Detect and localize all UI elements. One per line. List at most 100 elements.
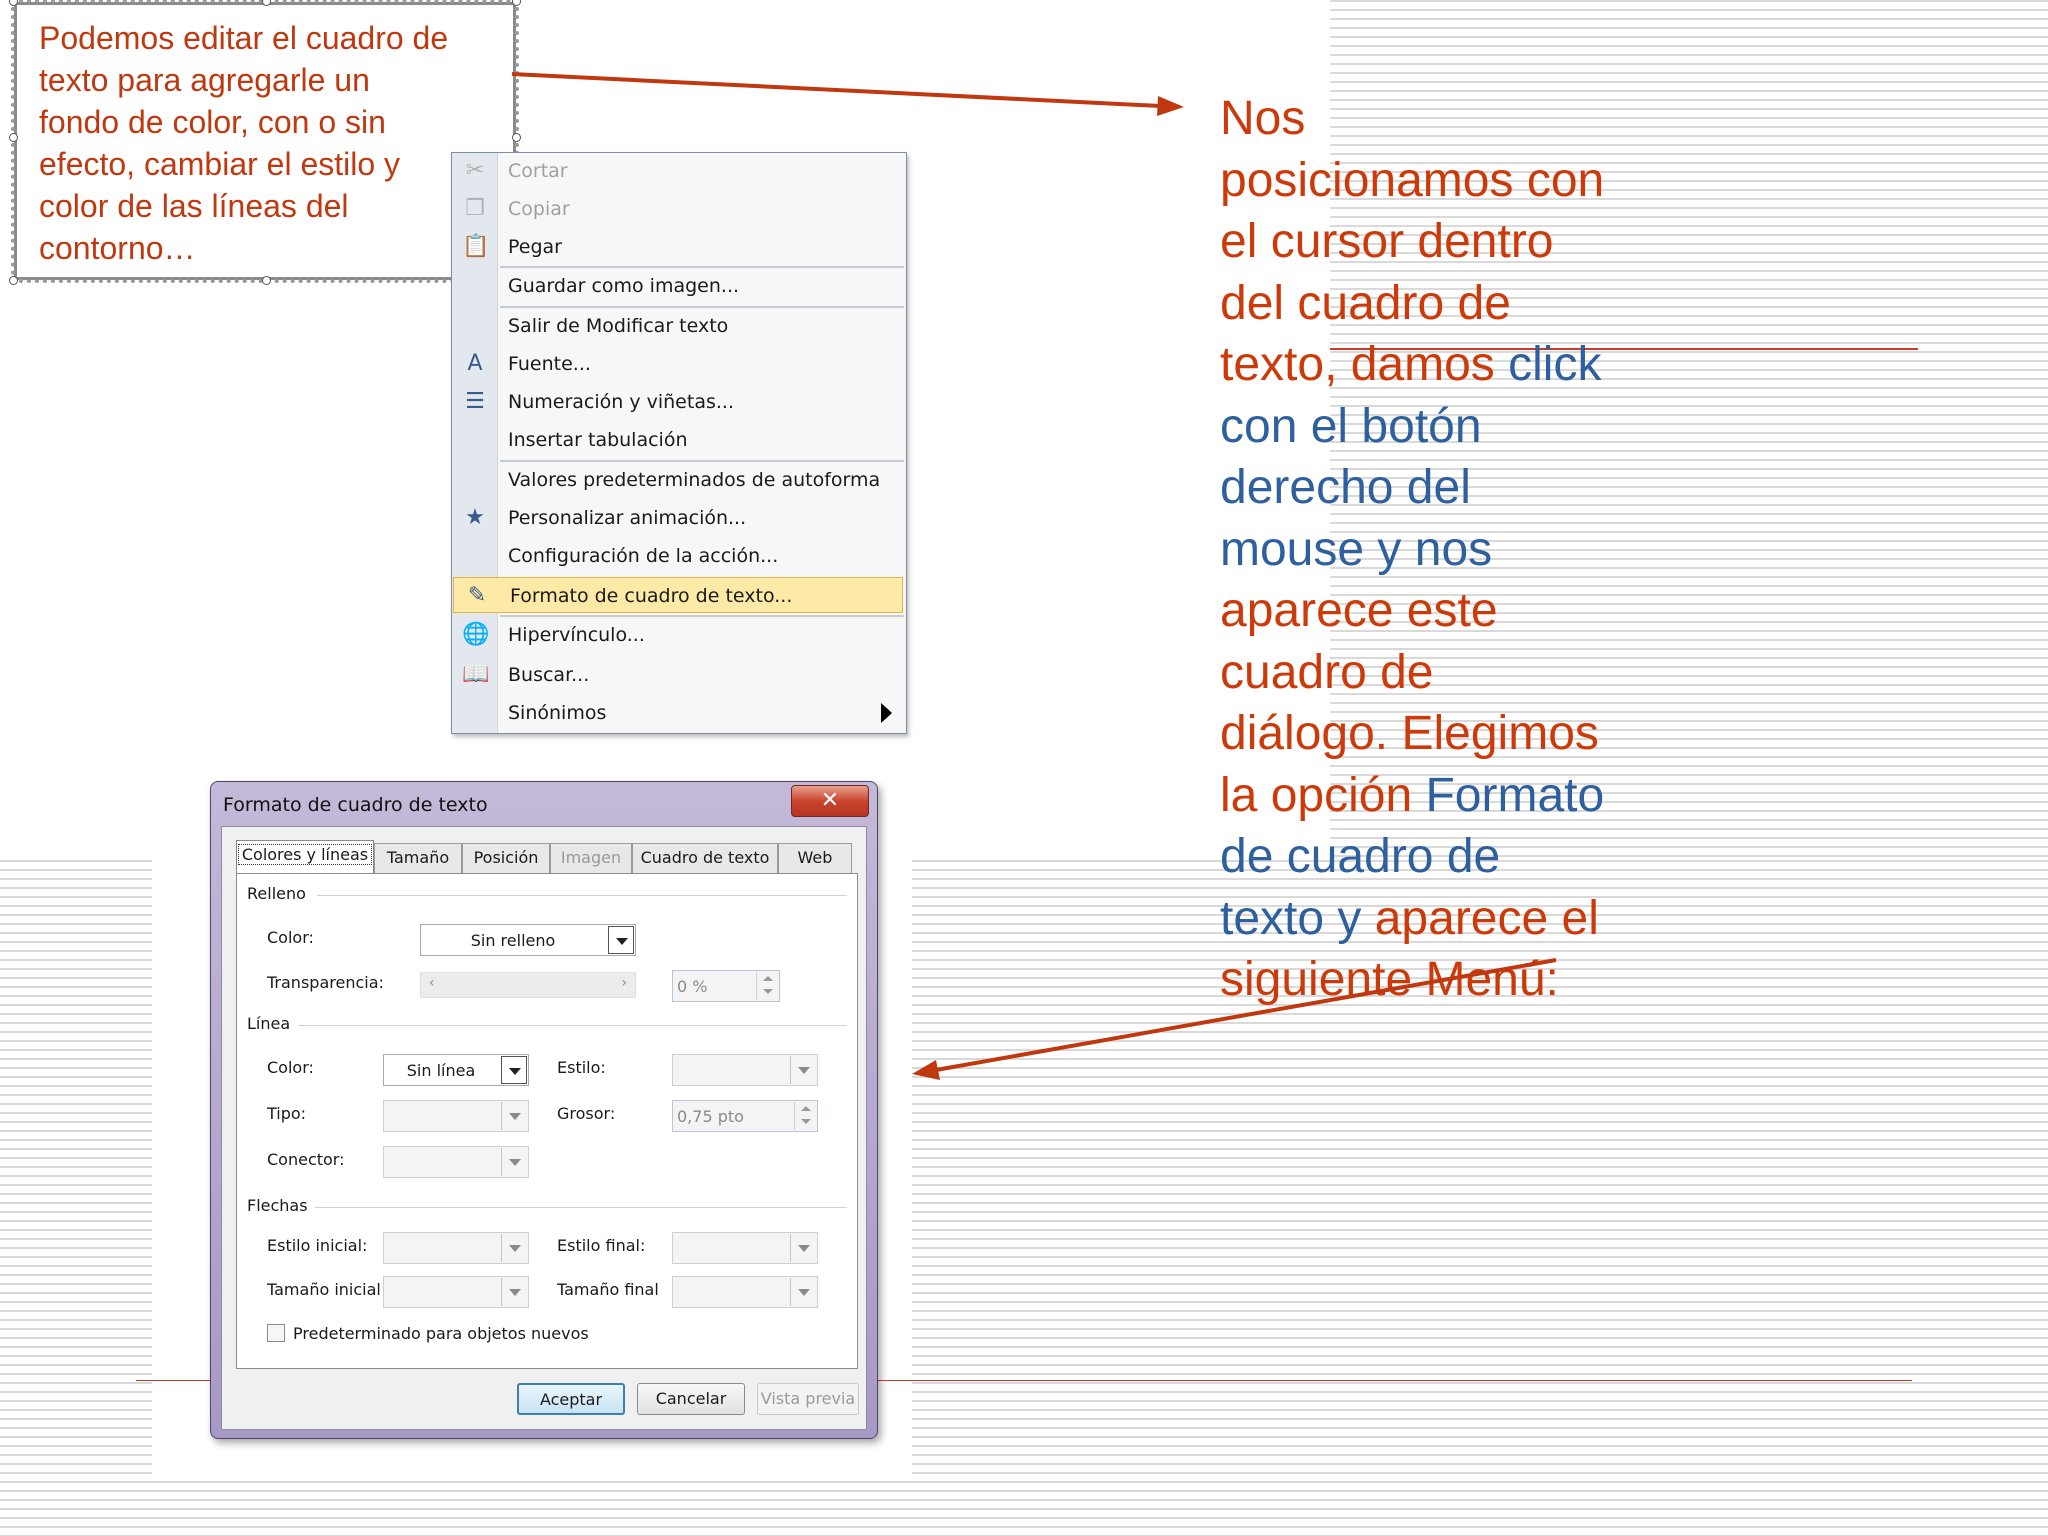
menu-item-label: Salir de Modificar texto — [508, 315, 729, 337]
transparency-slider[interactable]: ‹ › — [420, 972, 636, 998]
menu-item-fuente[interactable]: A Fuente... — [452, 346, 906, 382]
connector-label: Conector: — [267, 1150, 345, 1169]
resize-handle[interactable] — [9, 0, 18, 6]
line-weight-value: 0,75 pto — [677, 1107, 744, 1126]
note-line: contorno… — [39, 230, 196, 266]
menu-item-salir-de-modificar-texto[interactable]: Salir de Modificar texto — [452, 308, 906, 344]
instruction-segment: diálogo. Elegimos — [1220, 707, 1599, 760]
resize-handle[interactable] — [512, 133, 521, 142]
resize-handle[interactable] — [512, 0, 521, 6]
menu-item-label: Valores predeterminados de autoforma — [508, 469, 881, 491]
tab-position[interactable]: Posición — [462, 843, 550, 873]
spinner-arrows-icon[interactable] — [756, 972, 778, 1000]
default-objects-checkbox[interactable] — [267, 1324, 285, 1342]
instruction-line: siguiente Menú: — [1220, 949, 1660, 1011]
menu-item-cortar: ✂ Cortar — [452, 153, 906, 189]
instruction-segment: derecho del — [1220, 461, 1471, 514]
instruction-text: Nos posicionamos con el cursor dentro del c… — [1220, 88, 1660, 1011]
note-line: texto para agregarle un — [39, 62, 370, 98]
menu-item-copiar: ❐ Copiar — [452, 191, 906, 227]
menu-item-personalizar-animación[interactable]: ★ Personalizar animación... — [452, 500, 906, 536]
instruction-line: del cuadro de — [1220, 273, 1660, 335]
note-line: color de las líneas del — [39, 188, 349, 224]
format-icon: ✎ — [467, 583, 487, 608]
menu-item-label: Copiar — [508, 198, 570, 220]
menu-item-sinónimos[interactable]: Sinónimos — [452, 695, 906, 731]
instruction-segment: Formato — [1425, 768, 1605, 822]
instruction-line: texto, damos click — [1220, 334, 1660, 396]
line-style-dropdown — [672, 1054, 818, 1086]
arrowhead-icon — [1157, 96, 1184, 116]
line-type-dropdown — [383, 1100, 529, 1132]
menu-item-hipervínculo[interactable]: 🌐 Hipervínculo... — [452, 617, 906, 653]
menu-item-label: Guardar como imagen... — [508, 275, 740, 297]
menu-item-guardar-como-imagen[interactable]: Guardar como imagen... — [452, 268, 906, 304]
menu-item-label: Pegar — [508, 236, 562, 258]
arrow-to-instruction — [511, 72, 1161, 108]
instruction-line: texto y aparece el — [1220, 888, 1660, 950]
menu-item-formato-de-cuadro-de-texto[interactable]: ✎ Formato de cuadro de texto... — [453, 577, 903, 613]
instruction-segment: cuadro de — [1220, 645, 1434, 699]
red-rule-bottom-right — [912, 1380, 1912, 1381]
chevron-down-icon — [501, 1234, 527, 1262]
search-icon: 📖 — [462, 662, 490, 687]
instruction-line: cuadro de — [1220, 642, 1660, 704]
tab-colors-lines[interactable]: Colores y líneas — [236, 840, 374, 874]
note-text: Podemos editar el cuadro de texto para a… — [39, 17, 493, 269]
menu-item-pegar[interactable]: 📋 Pegar — [452, 229, 906, 265]
begin-size-dropdown — [383, 1276, 529, 1308]
instruction-segment: aparece este — [1220, 584, 1498, 637]
line-color-dropdown[interactable]: Sin línea — [383, 1054, 529, 1086]
tab-size[interactable]: Tamaño — [374, 843, 462, 873]
menu-separator — [500, 460, 904, 462]
end-style-label: Estilo final: — [557, 1236, 646, 1255]
fill-color-dropdown[interactable]: Sin relleno — [420, 924, 636, 956]
instruction-line: Nos — [1220, 88, 1660, 150]
context-menu[interactable]: ✂ Cortar ❐ Copiar 📋 Pegar Guardar como imagen.… — [451, 152, 907, 734]
transparency-spinner[interactable]: 0 % — [672, 970, 780, 1002]
menu-item-insertar-tabulación[interactable]: Insertar tabulación — [452, 422, 906, 458]
cancel-button[interactable]: Cancelar — [637, 1383, 745, 1415]
menu-item-buscar[interactable]: 📖 Buscar... — [452, 657, 906, 693]
instruction-line: el cursor dentro — [1220, 211, 1660, 273]
resize-handle[interactable] — [262, 276, 271, 285]
menu-item-label: Hipervínculo... — [508, 624, 645, 646]
dialog-body: Colores y líneas Tamaño Posición Imagen … — [221, 826, 867, 1430]
instruction-segment: de cuadro de — [1220, 830, 1501, 883]
dialog-title: Formato de cuadro de texto — [223, 794, 488, 816]
resize-handle[interactable] — [9, 133, 18, 142]
chevron-down-icon[interactable] — [608, 926, 634, 954]
instruction-segment: texto, damos — [1220, 338, 1509, 391]
instruction-segment: Nos — [1220, 92, 1306, 145]
end-style-dropdown — [672, 1232, 818, 1264]
close-button[interactable]: ✕ — [791, 785, 869, 817]
slider-left-icon: ‹ — [429, 975, 435, 991]
chevron-down-icon — [501, 1278, 527, 1306]
spinner-arrows-icon — [794, 1102, 816, 1130]
menu-item-label: Personalizar animación... — [508, 507, 747, 529]
line-color-label: Color: — [267, 1058, 314, 1077]
chevron-down-icon — [501, 1148, 527, 1176]
note-line: Podemos editar el cuadro de — [39, 20, 449, 56]
tab-web[interactable]: Web — [778, 843, 852, 873]
menu-item-label: Sinónimos — [508, 702, 607, 724]
menu-separator — [500, 266, 904, 268]
resize-handle[interactable] — [9, 276, 18, 285]
paste-icon: 📋 — [462, 234, 490, 259]
end-size-label: Tamaño final — [557, 1280, 659, 1299]
line-color-value: Sin línea — [406, 1061, 476, 1080]
menu-item-numeración-y-viñetas[interactable]: ☰ Numeración y viñetas... — [452, 384, 906, 420]
resize-handle[interactable] — [262, 0, 271, 6]
menu-item-label: Configuración de la acción... — [508, 545, 779, 567]
chevron-down-icon — [790, 1234, 816, 1262]
transparency-label: Transparencia: — [267, 973, 384, 992]
menu-separator — [500, 306, 904, 308]
instruction-segment: posicionamos con — [1220, 153, 1605, 207]
note-text-box[interactable]: Podemos editar el cuadro de texto para a… — [9, 0, 521, 285]
menu-item-label: Formato de cuadro de texto... — [510, 585, 793, 607]
tab-textbox[interactable]: Cuadro de texto — [632, 843, 778, 873]
ok-button[interactable]: Aceptar — [517, 1383, 625, 1415]
chevron-down-icon[interactable] — [501, 1056, 527, 1084]
menu-item-valores-predeterminados-de-autoforma[interactable]: Valores predeterminados de autoforma — [452, 462, 906, 498]
menu-item-configuración-de-la-acción[interactable]: Configuración de la acción... — [452, 538, 906, 574]
